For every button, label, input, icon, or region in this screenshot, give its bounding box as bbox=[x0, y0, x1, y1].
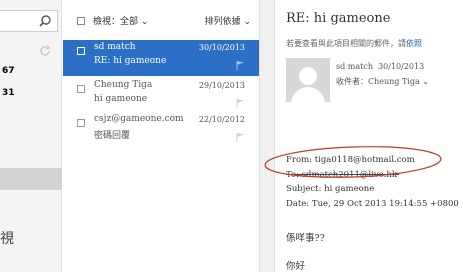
select-all-checkbox[interactable] bbox=[77, 17, 85, 25]
message-sender: sd match bbox=[94, 42, 136, 52]
related-notice: 若要查看與此項目相關的郵件，請依照 bbox=[286, 38, 422, 49]
pane-divider[interactable] bbox=[259, 0, 275, 272]
message-checkbox[interactable] bbox=[77, 85, 85, 93]
message-list: 檢視：全部 ⌄ 排列依據 ⌄ sd match 30/10/2013 RE: h… bbox=[63, 0, 259, 272]
folder-sidebar: 67 31 視 bbox=[0, 0, 62, 272]
related-notice-text: 若要查看與此項目相關的郵件，請 bbox=[286, 39, 406, 48]
message-date: 22/10/2012 bbox=[198, 115, 245, 124]
folder-item-selected[interactable] bbox=[0, 168, 62, 190]
flag-icon[interactable] bbox=[235, 98, 245, 108]
quoted-date: Date: Tue, 29 Oct 2013 19:14:55 +0800 bbox=[286, 198, 459, 209]
strike-line bbox=[286, 174, 399, 175]
recipient-line[interactable]: 收件者：Cheung Tiga ⌄ bbox=[336, 76, 429, 87]
message-subject: hi gameone bbox=[94, 94, 148, 104]
message-row[interactable]: sd match 30/10/2013 RE: hi gameone bbox=[63, 40, 259, 76]
reading-pane: RE: hi gameone 若要查看與此項目相關的郵件，請依照 sd matc… bbox=[276, 0, 463, 272]
search-icon[interactable] bbox=[38, 14, 52, 28]
message-subject: RE: hi gameone bbox=[94, 56, 167, 66]
quoted-subject: Subject: hi gameone bbox=[286, 184, 375, 194]
flag-icon[interactable] bbox=[235, 60, 245, 70]
refresh-icon[interactable] bbox=[38, 44, 52, 58]
message-row[interactable]: csjz@gameone.com 22/10/2012 密碼回覆 bbox=[63, 112, 259, 148]
folder-count-2: 31 bbox=[2, 88, 15, 98]
message-checkbox[interactable] bbox=[77, 119, 85, 127]
related-notice-link[interactable]: 依照 bbox=[406, 39, 422, 48]
message-list-header: 檢視：全部 ⌄ 排列依據 ⌄ bbox=[63, 0, 259, 38]
avatar-body-shape bbox=[291, 87, 325, 102]
message-subject: 密碼回覆 bbox=[94, 131, 131, 141]
message-sender: Cheung Tiga bbox=[94, 80, 153, 90]
avatar bbox=[286, 58, 330, 102]
message-title: RE: hi gameone bbox=[286, 11, 391, 26]
quoted-headers: From: tiga0118@hotmail.com To: sdmatch20… bbox=[286, 153, 459, 211]
message-row[interactable]: Cheung Tiga 29/10/2013 hi gameone bbox=[63, 78, 259, 114]
body-line-1: 係咩事?? bbox=[286, 233, 325, 244]
message-date: 30/10/2013 bbox=[198, 43, 245, 52]
search-input[interactable] bbox=[0, 10, 58, 32]
message-date: 29/10/2013 bbox=[198, 81, 245, 90]
sender-name[interactable]: sd match bbox=[336, 62, 373, 71]
filter-dropdown[interactable]: 檢視：全部 ⌄ bbox=[93, 14, 148, 27]
folder-label-fragment: 視 bbox=[0, 231, 14, 247]
sender-info: sd match 30/10/2013 bbox=[336, 62, 424, 71]
sent-date: 30/10/2013 bbox=[378, 62, 425, 71]
body-line-2: 你好 bbox=[286, 261, 306, 272]
message-sender: csjz@gameone.com bbox=[94, 114, 184, 124]
message-checkbox[interactable] bbox=[77, 47, 85, 55]
folder-count-1: 67 bbox=[2, 66, 15, 76]
avatar-head-shape bbox=[299, 67, 317, 85]
sort-dropdown[interactable]: 排列依據 ⌄ bbox=[205, 14, 251, 27]
quoted-from: From: tiga0118@hotmail.com bbox=[286, 155, 415, 165]
flag-icon[interactable] bbox=[235, 132, 245, 142]
